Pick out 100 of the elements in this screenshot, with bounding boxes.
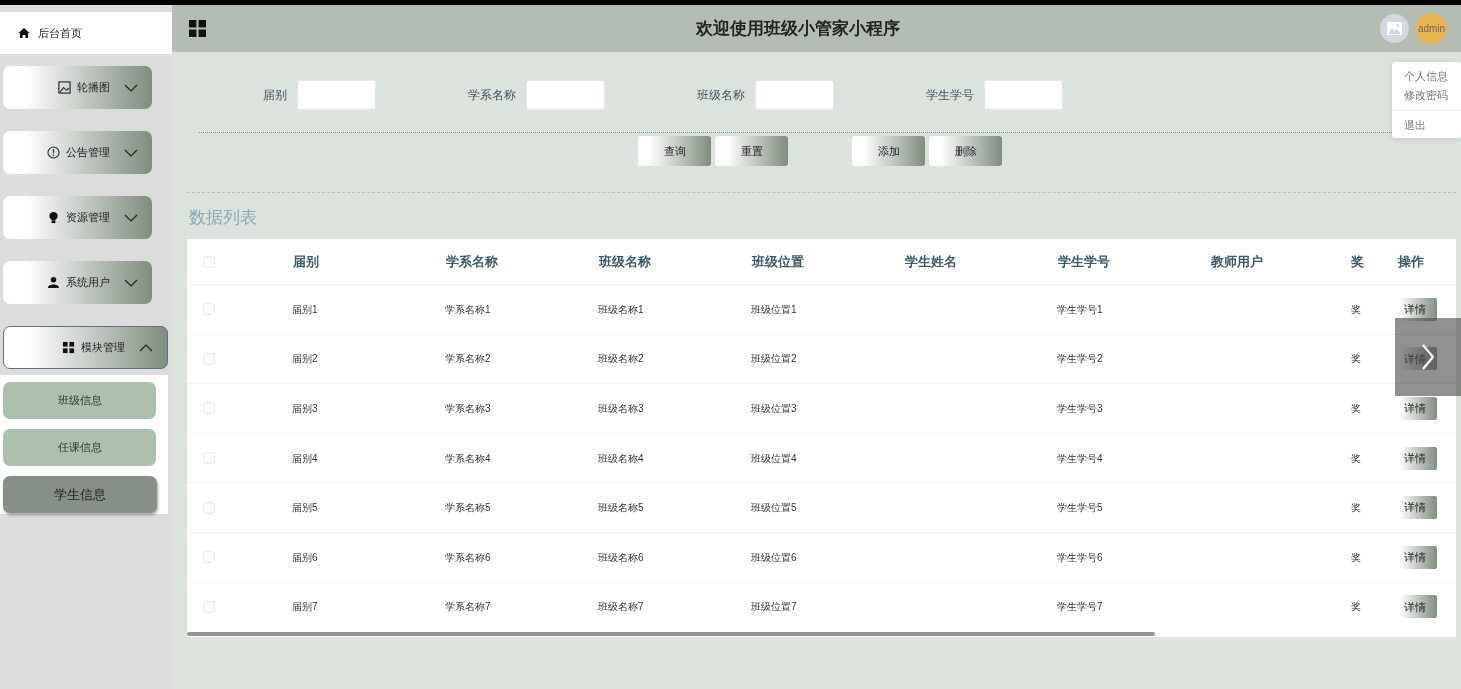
table-cell-text: 班级名称4 [597,451,645,466]
table-cell-text: 奖 [1351,402,1362,416]
table-cell-text: 班级位置7 [750,600,798,615]
column-header: 学生姓名 [904,252,958,271]
table-cell-text: 学生学号2 [1056,352,1104,367]
avatar-image[interactable] [1380,14,1409,43]
column-header: 学生学号 [1057,252,1111,271]
next-button[interactable] [1395,318,1461,396]
action-button[interactable]: 添加 [852,136,925,166]
table-cell-text: 学生学号3 [1056,402,1104,416]
column-header: 操作 [1397,252,1425,271]
action-button[interactable]: 删除 [929,136,1002,166]
column-header: 届别 [292,252,320,271]
chevron-down-icon [124,83,138,92]
sidebar-menu[interactable]: 轮播图 [3,66,152,109]
table-cell-text: 届别6 [291,550,319,565]
search-field[interactable] [755,80,834,110]
table-cell-text: 学系名称4 [444,451,492,466]
chevron-down-icon [124,213,138,222]
table-cell-text: 学系名称6 [444,550,492,565]
submenu-item[interactable]: 任课信息 [3,429,156,466]
table-cell-text: 班级名称7 [597,600,645,615]
checkbox[interactable] [203,452,215,465]
table-cell-text: 学生学号7 [1056,600,1104,615]
table-cell-text: 届别4 [291,451,319,466]
table-cell-text: 奖 [1351,451,1362,466]
sidebar-menu[interactable]: 公告管理 [3,131,152,174]
column-header: 班级名称 [597,252,652,271]
table-cell-text: 学生学号5 [1056,501,1104,516]
submenu-item[interactable]: 学生信息 [3,476,157,513]
table-cell-text: 学生学号1 [1056,302,1104,317]
table-cell-text: 奖 [1351,550,1362,565]
menu-label: 资源管理 [66,210,110,226]
table-cell-text: 班级位置1 [750,302,798,317]
table-cell-text: 奖 [1351,501,1362,516]
user-icon [47,276,60,289]
chevron-up-icon [139,343,153,352]
checkbox[interactable] [203,501,215,514]
table-cell-text: 学生学号4 [1056,451,1104,466]
sidebar-menu[interactable]: 系统用户 [3,261,152,304]
submenu-item[interactable]: 班级信息 [3,382,156,419]
column-header: 奖 [1351,252,1365,271]
table-cell-text: 班级位置4 [750,451,798,466]
home-menu-item[interactable]: 后台首页 [0,12,172,54]
table-cell-text: 届别2 [291,352,319,367]
home-label: 后台首页 [38,25,82,41]
table-cell-text: 班级名称1 [597,302,645,317]
search-field[interactable] [526,80,605,110]
table-cell-text: 奖 [1351,302,1362,317]
field-label: 学生学号 [925,87,974,104]
table-cell-text: 班级名称5 [597,501,645,516]
checkbox[interactable] [203,402,215,415]
table-cell-text: 班级位置3 [750,402,798,416]
table-cell-text: 届别5 [291,501,319,516]
checkbox[interactable] [203,255,215,268]
table-cell-text: 届别7 [291,600,319,615]
table-cell-text: 班级位置2 [750,352,798,367]
dropdown-item[interactable]: 个人信息 [1404,70,1448,82]
table-cell-text: 届别1 [291,302,319,317]
alert-icon [47,146,60,159]
action-button[interactable]: 重置 [715,136,788,166]
table-cell-text: 奖 [1351,352,1362,367]
menu-label: 系统用户 [66,275,110,291]
search-field[interactable] [984,80,1063,110]
menu-label: 公告管理 [66,145,110,161]
table-cell-text: 班级位置5 [750,501,798,516]
chevron-down-icon [124,278,138,287]
action-button[interactable]: 查询 [638,136,711,166]
checkbox[interactable] [203,600,215,613]
field-label: 届别 [262,87,287,104]
table-cell-text: 班级名称2 [597,352,645,367]
table-cell-text: 学生学号6 [1056,550,1104,565]
sidebar-menu[interactable]: 资源管理 [3,196,152,239]
grid-icon [62,341,75,354]
table-cell-text: 学系名称2 [444,352,492,367]
table-cell-text: 班级名称3 [597,402,645,416]
checkbox[interactable] [203,551,215,564]
dropdown-item[interactable]: 修改密码 [1404,89,1448,101]
column-header: 教师用户 [1210,252,1264,271]
sidebar-menu[interactable]: 模块管理 [3,326,168,369]
menu-icon[interactable] [189,20,206,37]
checkbox[interactable] [203,303,215,316]
dropdown-item[interactable]: 退出 [1404,119,1426,131]
home-icon [18,27,30,39]
checkbox[interactable] [203,352,215,365]
table-cell-text: 学系名称7 [444,600,492,615]
column-header: 班级位置 [750,252,805,271]
image-icon [1387,22,1402,35]
page-title: 欢迎使用班级小管家小程序 [696,17,900,40]
column-header: 学系名称 [445,252,499,271]
table-cell-text: 奖 [1351,600,1362,615]
menu-label: 轮播图 [77,80,110,96]
table-cell-text: 学系名称3 [444,402,492,416]
menu-label: 模块管理 [81,340,125,356]
table-cell-text: 学系名称5 [444,501,492,516]
field-label: 学系名称 [467,87,516,104]
image-icon [58,81,71,94]
table-cell-text: 学系名称1 [444,302,492,317]
search-field[interactable] [297,80,376,110]
bulb-icon [47,211,60,224]
